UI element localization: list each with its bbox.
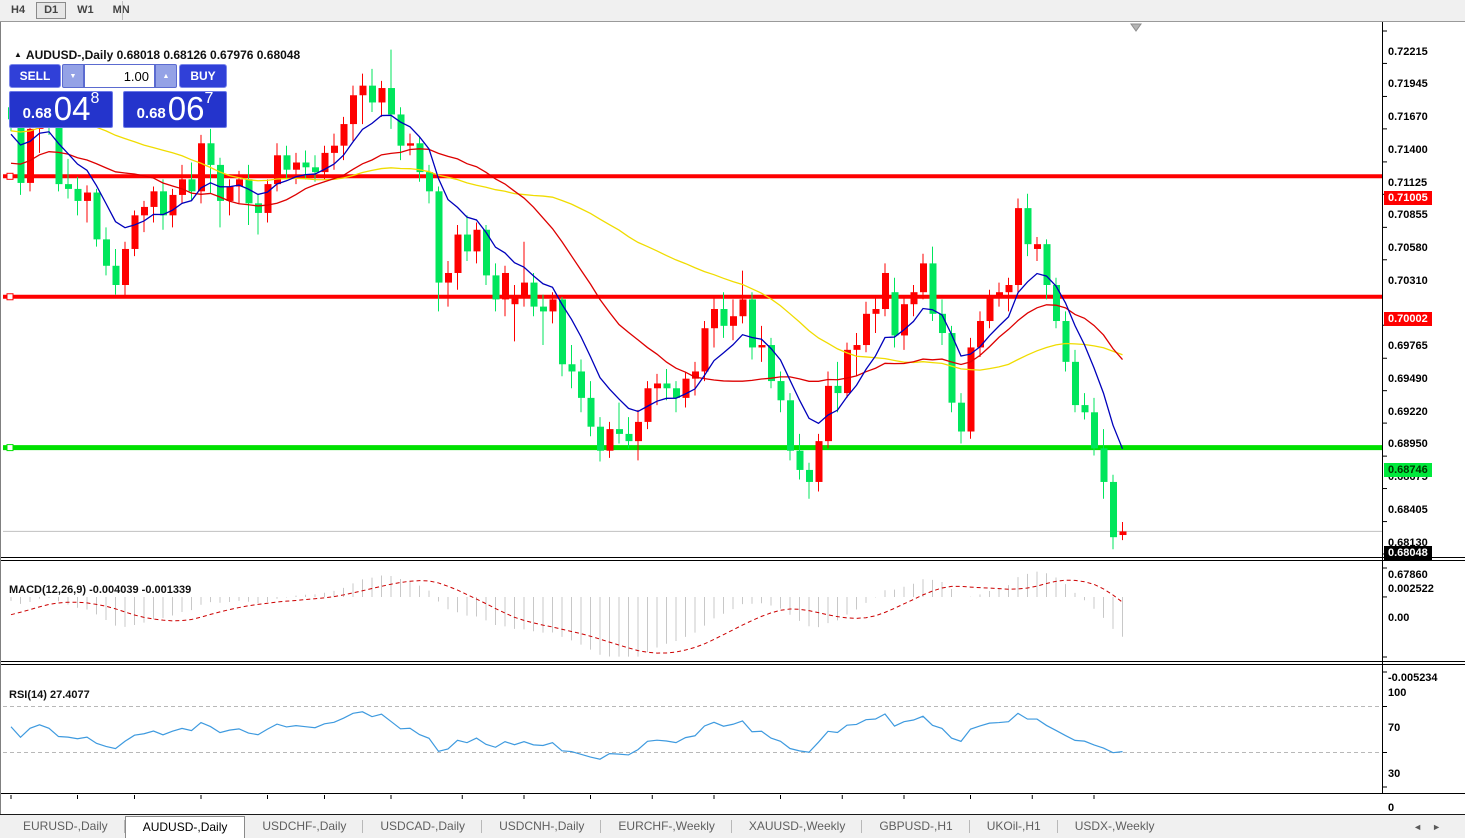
rsi-axis-label: 30 bbox=[1388, 768, 1400, 780]
chart-shift-marker-icon bbox=[1131, 24, 1141, 31]
price-axis-label: 0.71125 bbox=[1388, 177, 1427, 189]
volume-input[interactable] bbox=[84, 64, 155, 88]
sell-price-display[interactable]: 0.68 04 8 bbox=[9, 91, 113, 128]
tab-eurchf-weekly[interactable]: EURCHF-,Weekly bbox=[601, 816, 731, 838]
tab-gbpusd-h1[interactable]: GBPUSD-,H1 bbox=[862, 816, 969, 838]
price-axis-label: 0.70310 bbox=[1388, 275, 1428, 287]
tab-scroll-right-icon[interactable]: ► bbox=[1432, 822, 1451, 832]
macd-axis-label: -0.005234 bbox=[1388, 672, 1438, 684]
price-axis-label: 0.70580 bbox=[1388, 242, 1428, 254]
timeframe-button-h4[interactable]: H4 bbox=[3, 2, 33, 19]
collapse-arrow-icon[interactable]: ▲ bbox=[14, 50, 22, 59]
tab-eurusd-daily[interactable]: EURUSD-,Daily bbox=[6, 816, 125, 838]
price-line-label: 0.68048 bbox=[1384, 546, 1432, 560]
tab-scroll-arrows: ◄► bbox=[1413, 815, 1451, 838]
rsi-axis-label: 0 bbox=[1388, 802, 1394, 814]
price-axis-label: 0.68950 bbox=[1388, 438, 1428, 450]
one-click-trade-panel: SELL ▼ ▲ BUY 0.68 04 8 0.68 06 7 bbox=[9, 64, 227, 128]
chart-canvas[interactable] bbox=[1, 22, 1465, 838]
tab-usdcad-daily[interactable]: USDCAD-,Daily bbox=[363, 816, 482, 838]
chart-window: ▲ AUDUSD-,Daily 0.68018 0.68126 0.67976 0… bbox=[0, 22, 1465, 838]
buy-button[interactable]: BUY bbox=[179, 64, 227, 88]
rsi-axis-label: 100 bbox=[1388, 687, 1406, 699]
macd-axis-label: 0.00 bbox=[1388, 612, 1409, 624]
macd-axis-label: 0.002522 bbox=[1388, 583, 1434, 595]
symbol-tab-bar: EURUSD-,DailyAUDUSD-,DailyUSDCHF-,DailyU… bbox=[0, 814, 1465, 838]
price-line-label: 0.70002 bbox=[1384, 312, 1432, 326]
chart-symbol-and-ohlc: AUDUSD-,Daily 0.68018 0.68126 0.67976 0.… bbox=[26, 48, 300, 62]
tab-xauusd-weekly[interactable]: XAUUSD-,Weekly bbox=[732, 816, 862, 838]
price-axis-label: 0.67860 bbox=[1388, 569, 1428, 581]
price-line-label: 0.68746 bbox=[1384, 463, 1432, 477]
timeframe-button-w1[interactable]: W1 bbox=[69, 2, 102, 19]
tab-ukoil-h1[interactable]: UKOil-,H1 bbox=[970, 816, 1058, 838]
timeframe-toolbar: H4D1W1MN bbox=[0, 0, 1465, 22]
price-axis-label: 0.69765 bbox=[1388, 340, 1428, 352]
tab-usdchf-daily[interactable]: USDCHF-,Daily bbox=[245, 816, 363, 838]
tab-usdx-weekly[interactable]: USDX-,Weekly bbox=[1058, 816, 1172, 838]
rsi-axis-label: 70 bbox=[1388, 722, 1400, 734]
price-axis-label: 0.69490 bbox=[1388, 373, 1428, 385]
price-axis-label: 0.71400 bbox=[1388, 144, 1428, 156]
chart-title: ▲ AUDUSD-,Daily 0.68018 0.68126 0.67976 0… bbox=[14, 48, 300, 62]
price-axis-label: 0.71945 bbox=[1388, 78, 1428, 90]
trading-platform-window: { "toolbar": { "timeframes": [ {"label":… bbox=[0, 0, 1465, 838]
price-axis-label: 0.71670 bbox=[1388, 111, 1428, 123]
price-axis-label: 0.68405 bbox=[1388, 504, 1428, 516]
volume-decrease-button[interactable]: ▼ bbox=[62, 64, 84, 88]
macd-indicator-label: MACD(12,26,9) -0.004039 -0.001339 bbox=[9, 584, 191, 596]
price-line-label: 0.71005 bbox=[1384, 191, 1432, 205]
toolbar-separator bbox=[122, 1, 123, 20]
sell-button[interactable]: SELL bbox=[9, 64, 61, 88]
tab-scroll-left-icon[interactable]: ◄ bbox=[1413, 822, 1432, 832]
rsi-indicator-label: RSI(14) 27.4077 bbox=[9, 689, 90, 701]
volume-increase-button[interactable]: ▲ bbox=[155, 64, 177, 88]
price-axis-label: 0.70855 bbox=[1388, 209, 1428, 221]
price-axis-label: 0.69220 bbox=[1388, 406, 1428, 418]
buy-price-display[interactable]: 0.68 06 7 bbox=[123, 91, 227, 128]
timeframe-button-d1[interactable]: D1 bbox=[36, 2, 66, 19]
tab-audusd-daily[interactable]: AUDUSD-,Daily bbox=[125, 816, 246, 838]
price-axis-label: 0.72215 bbox=[1388, 46, 1428, 58]
tab-usdcnh-daily[interactable]: USDCNH-,Daily bbox=[482, 816, 601, 838]
trade-panel-controls: SELL ▼ ▲ BUY bbox=[9, 64, 227, 88]
